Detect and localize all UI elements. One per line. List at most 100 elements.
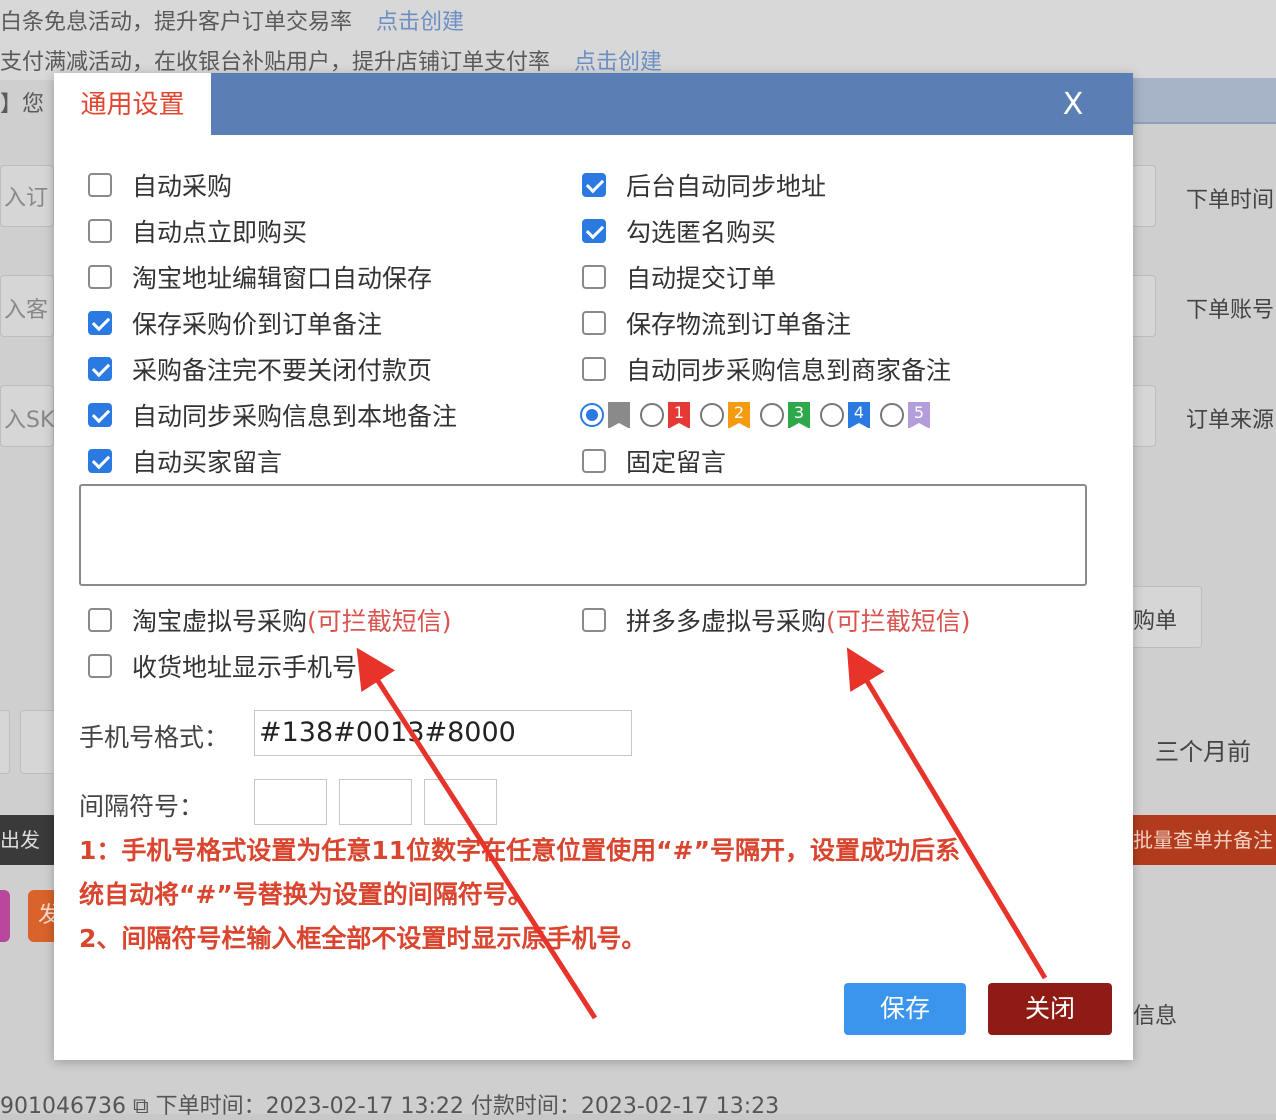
- note-line-1: 1：手机号格式设置为任意11位数字在任意位置使用“#”号隔开，设置成功后系: [79, 836, 960, 865]
- option-right-4[interactable]: 自动同步采购信息到商家备注: [582, 352, 951, 386]
- note-line-3: 2、间隔符号栏输入框全部不设置时显示原手机号。: [79, 924, 647, 953]
- option-label: 淘宝虚拟号采购: [132, 607, 308, 636]
- option-left-5[interactable]: 自动同步采购信息到本地备注: [88, 398, 457, 432]
- radio-icon[interactable]: [760, 403, 784, 427]
- option-label: 自动同步采购信息到本地备注: [132, 402, 458, 431]
- bg-header-bar: [1133, 78, 1276, 124]
- radio-icon[interactable]: [700, 403, 724, 427]
- save-button[interactable]: 保存: [844, 983, 966, 1035]
- checkbox-icon[interactable]: [88, 265, 112, 289]
- radio-icon[interactable]: [820, 403, 844, 427]
- flag-icon: 1: [668, 402, 690, 429]
- separator-input-3[interactable]: [424, 779, 497, 825]
- checkbox-icon[interactable]: [582, 265, 606, 289]
- bg-three-months-filter[interactable]: 三个月前: [1155, 732, 1251, 767]
- separator-label: 间隔符号：: [79, 792, 205, 821]
- fixed-message-textarea[interactable]: [79, 484, 1087, 586]
- option-hint: (可拦截短信): [307, 607, 452, 636]
- close-icon[interactable]: X: [1053, 85, 1093, 125]
- checkbox-icon[interactable]: [88, 357, 112, 381]
- bg-order-source-label: 订单来源: [1186, 408, 1275, 433]
- option-left-0[interactable]: 自动采购: [88, 168, 232, 202]
- option-label: 自动采购: [132, 172, 233, 201]
- option-left-2[interactable]: 淘宝地址编辑窗口自动保存: [88, 260, 432, 294]
- option-right-1[interactable]: 勾选匿名购买: [582, 214, 776, 248]
- option-label: 勾选匿名购买: [626, 218, 777, 247]
- phone-format-label: 手机号格式：: [79, 723, 230, 752]
- bg-info-label: 信息: [1133, 1004, 1178, 1029]
- option-label: 保存物流到订单备注: [626, 310, 852, 339]
- option-hint: (可拦截短信): [826, 607, 971, 636]
- promo-line-2: 支付满减活动，在收银台补贴用户，提升店铺订单支付率 点击创建: [0, 44, 662, 76]
- checkbox-icon[interactable]: [88, 449, 112, 473]
- bg-purchase-label: 购单: [1133, 609, 1178, 634]
- bg-right-input[interactable]: [1133, 165, 1156, 227]
- phone-format-input[interactable]: #138#0013#8000: [254, 710, 632, 756]
- option-label: 自动同步采购信息到商家备注: [626, 356, 952, 385]
- bg-left-box: [0, 710, 10, 774]
- promo-link[interactable]: 点击创建: [574, 50, 662, 75]
- bg-batch-query-button[interactable]: 批量查单并备注: [1133, 815, 1276, 865]
- bg-right-input[interactable]: [1133, 385, 1156, 447]
- checkbox-icon[interactable]: [582, 608, 606, 632]
- virtual-pdd-option[interactable]: 拼多多虚拟号采购 (可拦截短信): [582, 603, 971, 637]
- option-right-5[interactable]: 固定留言: [582, 444, 726, 478]
- promo-line-3: 】您: [0, 92, 45, 117]
- settings-dialog: 通用设置 X 自动采购自动点立即购买淘宝地址编辑窗口自动保存 保存采购价到订单备注…: [54, 73, 1133, 1060]
- flag-icon: 3: [788, 402, 810, 429]
- option-label: 淘宝地址编辑窗口自动保存: [132, 264, 433, 293]
- checkbox-icon[interactable]: [88, 608, 112, 632]
- checkbox-icon[interactable]: [88, 311, 112, 335]
- bg-orange-button[interactable]: 发: [28, 890, 54, 942]
- checkbox-icon[interactable]: [582, 357, 606, 381]
- checkbox-icon[interactable]: [582, 449, 606, 473]
- radio-icon[interactable]: [580, 403, 604, 427]
- promo-text: 白条免息活动，提升客户订单交易率: [0, 10, 353, 35]
- option-left-3[interactable]: 保存采购价到订单备注: [88, 306, 382, 340]
- bg-input-hint: 入客: [4, 298, 49, 323]
- promo-text: 支付满减活动，在收银台补贴用户，提升店铺订单支付率: [0, 50, 551, 75]
- bg-order-account-label: 下单账号: [1186, 298, 1275, 323]
- close-button[interactable]: 关闭: [988, 983, 1112, 1035]
- note-line-2: 统自动将“#”号替换为设置的间隔符号。: [79, 880, 533, 909]
- dialog-title-tab[interactable]: 通用设置: [54, 73, 211, 137]
- option-label: 自动买家留言: [132, 448, 283, 477]
- virtual-taobao-option[interactable]: 淘宝虚拟号采购 (可拦截短信): [88, 603, 452, 637]
- checkbox-icon[interactable]: [88, 403, 112, 427]
- promo-link[interactable]: 点击创建: [376, 10, 464, 35]
- bg-input-hint: 入订: [4, 186, 49, 211]
- flag-icon: 4: [848, 402, 870, 429]
- bg-left-box: [20, 710, 55, 774]
- flag-color-selector: 1 2 3 4 5: [580, 398, 940, 432]
- option-right-2[interactable]: 自动提交订单: [582, 260, 776, 294]
- option-right-0[interactable]: 后台自动同步地址: [582, 168, 826, 202]
- separator-input-1[interactable]: [254, 779, 327, 825]
- checkbox-icon[interactable]: [88, 219, 112, 243]
- option-left-4[interactable]: 采购备注完不要关闭付款页: [88, 352, 432, 386]
- option-label: 拼多多虚拟号采购: [626, 607, 827, 636]
- option-left-1[interactable]: 自动点立即购买: [88, 214, 307, 248]
- checkbox-icon[interactable]: [88, 173, 112, 197]
- bg-right-input[interactable]: [1133, 275, 1156, 337]
- bg-order-meta: 901046736 ⧉ 下单时间：2023-02-17 13:22 付款时间：2…: [0, 1094, 780, 1119]
- option-left-6[interactable]: 自动买家留言: [88, 444, 282, 478]
- option-label: 后台自动同步地址: [626, 172, 827, 201]
- bg-batch-ship-button[interactable]: 出发货: [0, 815, 54, 865]
- radio-icon[interactable]: [880, 403, 904, 427]
- show-phone-option[interactable]: 收货地址显示手机号: [88, 649, 357, 683]
- checkbox-icon[interactable]: [88, 654, 112, 678]
- flag-icon: 2: [728, 402, 750, 429]
- bg-batch-query-label: 批量查单并备注: [1133, 828, 1273, 852]
- checkbox-icon[interactable]: [582, 311, 606, 335]
- option-label: 保存采购价到订单备注: [132, 310, 383, 339]
- promo-line-1: 白条免息活动，提升客户订单交易率 点击创建: [0, 4, 464, 36]
- option-label: 固定留言: [626, 448, 727, 477]
- bg-pink-button[interactable]: [0, 890, 10, 942]
- option-label: 收货地址显示手机号: [132, 653, 358, 682]
- option-right-3[interactable]: 保存物流到订单备注: [582, 306, 851, 340]
- checkbox-icon[interactable]: [582, 219, 606, 243]
- checkbox-icon[interactable]: [582, 173, 606, 197]
- radio-icon[interactable]: [640, 403, 664, 427]
- separator-input-2[interactable]: [339, 779, 412, 825]
- option-label: 自动点立即购买: [132, 218, 308, 247]
